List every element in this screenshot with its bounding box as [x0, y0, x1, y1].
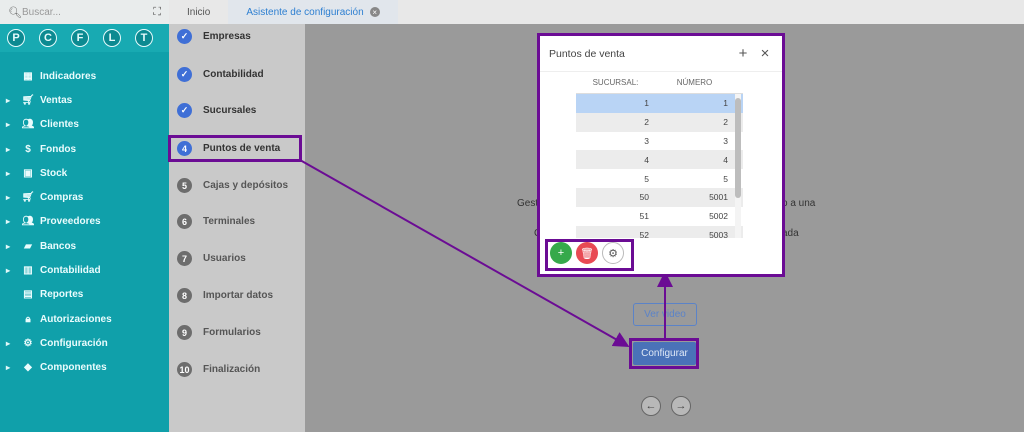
highlight-step	[168, 135, 302, 162]
annotation-arrows	[299, 159, 673, 347]
highlight-actions	[545, 239, 634, 271]
highlight-configure	[629, 338, 699, 369]
